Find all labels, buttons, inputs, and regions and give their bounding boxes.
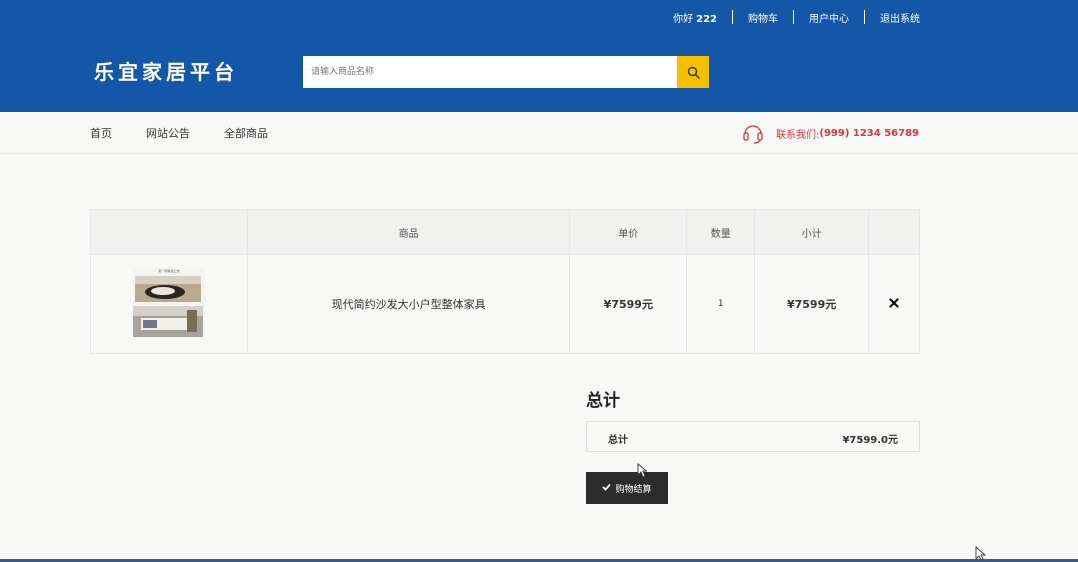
contact-phone: (999) 1234 56789 (819, 127, 919, 139)
header-subtotal: 小计 (754, 209, 870, 255)
table-header-row: 商品 单价 数量 小计 (90, 209, 920, 255)
headset-icon (742, 121, 764, 145)
remove-item-button[interactable] (889, 297, 899, 312)
greeting: 你好 222 (673, 10, 717, 25)
product-name[interactable]: 现代简约沙发大小户型整体家具 (246, 254, 571, 354)
nav-item-announcements[interactable]: 网站公告 (146, 125, 190, 141)
unit-price: ¥7599元 (569, 254, 688, 354)
divider (864, 10, 865, 24)
header-product: 商品 (246, 209, 571, 255)
totals-label: 总计 (608, 435, 628, 446)
search-icon (687, 66, 700, 79)
header-image (90, 209, 248, 255)
quantity: 1 (686, 254, 756, 354)
greeting-prefix: 你好 (673, 13, 694, 25)
nav-item-all-products[interactable]: 全部商品 (224, 125, 268, 141)
product-thumbnail[interactable]: 新一周新品上市 (132, 267, 205, 338)
remove-cell (868, 254, 920, 354)
table-row: 新一周新品上市 现代简约沙发大小户型整体家具 ¥7599元 1 ¥7599元 (90, 254, 920, 354)
cart-link[interactable]: 购物车 (748, 10, 778, 25)
checkout-button[interactable]: 购物结算 (586, 472, 668, 504)
search-input[interactable] (303, 56, 677, 88)
divider (793, 10, 794, 24)
totals-value: ¥7599.0元 (842, 435, 898, 446)
totals-title: 总计 (586, 391, 620, 411)
check-icon (602, 483, 612, 494)
top-links: 你好 222 购物车 用户中心 退出系统 (673, 0, 920, 34)
search-bar (303, 56, 709, 88)
mouse-cursor-icon (637, 463, 647, 478)
product-thumbnail-cell: 新一周新品上市 (90, 254, 248, 354)
main-nav: 首页 网站公告 全部商品 联系我们: (999) 1234 56789 (0, 112, 1078, 154)
nav-item-home[interactable]: 首页 (90, 125, 112, 141)
close-icon (889, 297, 899, 308)
username: 222 (696, 13, 717, 25)
contact-info: 联系我们: (999) 1234 56789 (742, 112, 919, 154)
subtotal: ¥7599元 (754, 254, 870, 354)
nav-menu: 首页 网站公告 全部商品 (90, 112, 302, 154)
search-button[interactable] (677, 56, 709, 88)
cart-table: 商品 单价 数量 小计 新一周新品上市 现代简约沙发大小户型整体家具 ¥7599… (90, 209, 920, 354)
checkout-label: 购物结算 (615, 484, 652, 495)
divider (732, 10, 733, 24)
header-remove (868, 209, 920, 255)
site-logo[interactable]: 乐宜家居平台 (94, 56, 238, 85)
header-price: 单价 (569, 209, 688, 255)
totals-box: 总计 ¥7599.0元 (586, 421, 920, 452)
header: 乐宜家居平台 (0, 34, 1078, 112)
thumbnail-caption: 新一周新品上市 (158, 268, 179, 273)
header-quantity: 数量 (686, 209, 756, 255)
logout-link[interactable]: 退出系统 (880, 10, 920, 25)
contact-label: 联系我们: (776, 129, 820, 141)
user-center-link[interactable]: 用户中心 (809, 10, 849, 25)
top-bar: 你好 222 购物车 用户中心 退出系统 (0, 0, 1078, 34)
